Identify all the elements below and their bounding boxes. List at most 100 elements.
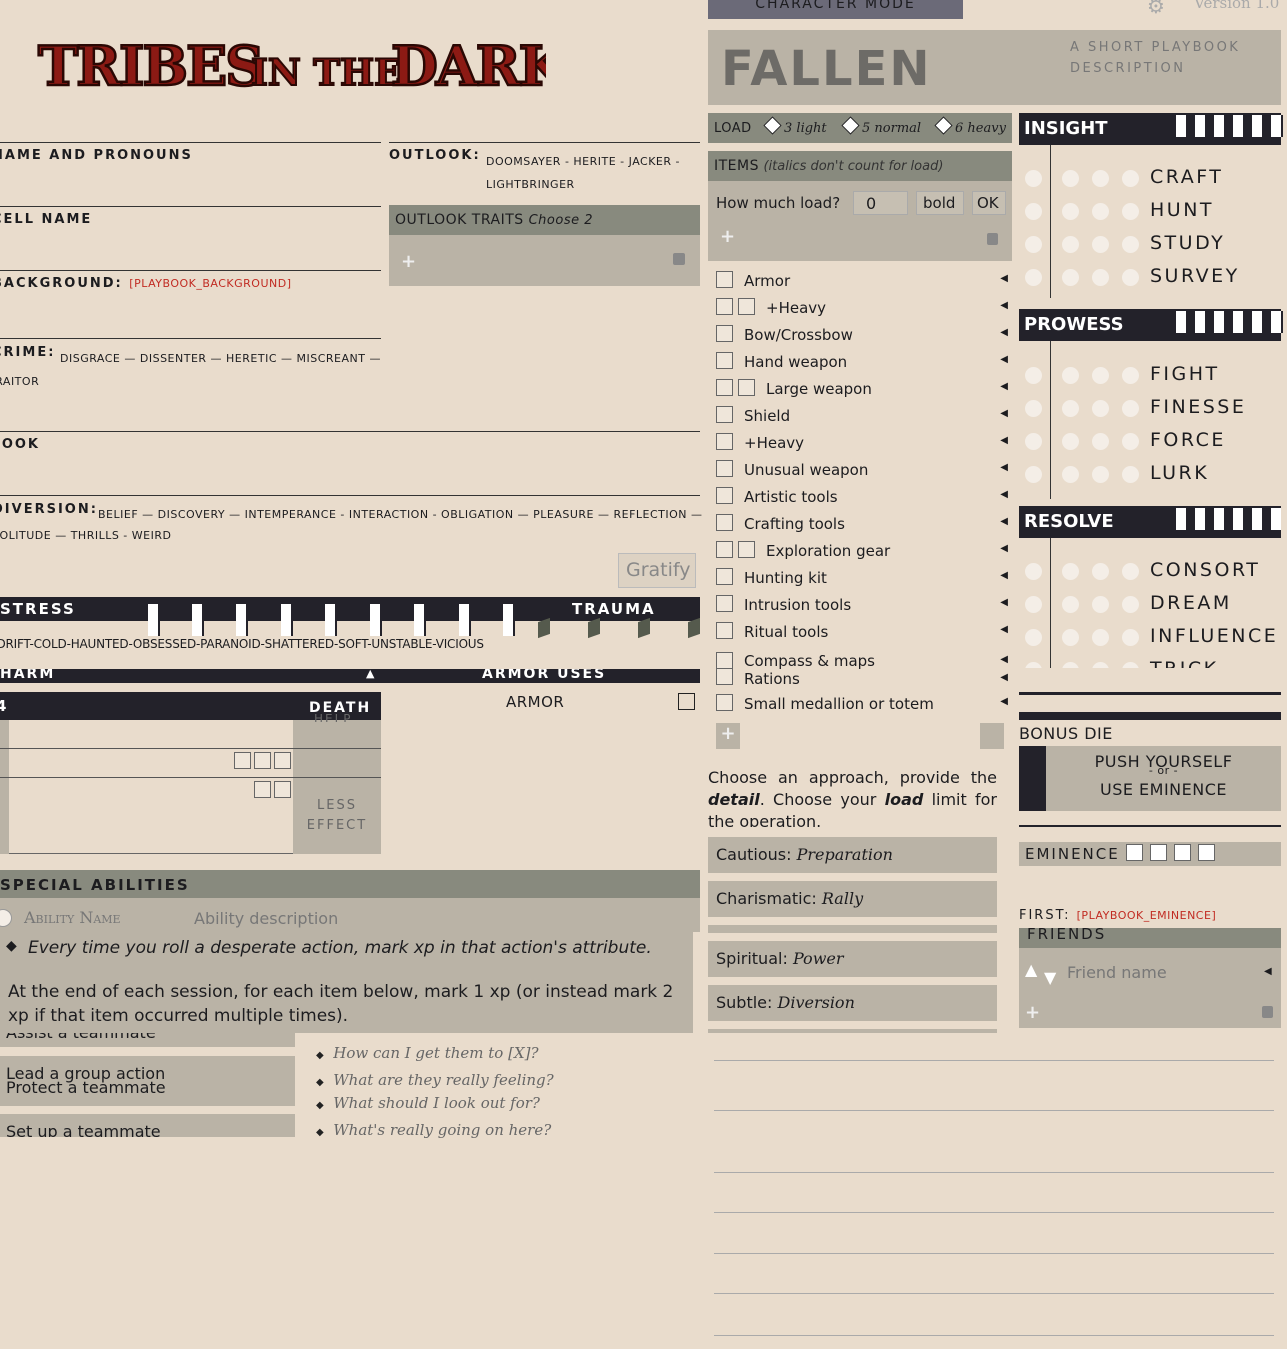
load-light-option[interactable]: 3 light — [763, 116, 827, 136]
ok-button[interactable]: OK — [972, 191, 1006, 215]
name-label: NAME AND PRONOUNS — [0, 148, 193, 163]
item-hand-weapon[interactable]: Hand weapon ◀ — [708, 350, 1008, 377]
item-ritual-tools[interactable]: Ritual tools ◀ — [708, 620, 1008, 647]
trauma-track[interactable] — [538, 617, 703, 640]
item-bow[interactable]: Bow/Crossbow ◀ — [708, 323, 1008, 350]
character-mode-tab[interactable]: CHARACTER MODE — [708, 0, 963, 19]
item-unusual-weapon[interactable]: Unusual weapon ◀ — [708, 458, 1008, 485]
action-fight[interactable]: FIGHT — [1150, 363, 1220, 385]
friend-dropdown-arrow[interactable]: ◀ — [1264, 966, 1272, 977]
lock-icon[interactable] — [980, 723, 1004, 749]
load-label: LOAD — [714, 121, 752, 136]
add-friend-button[interactable]: + — [1025, 1002, 1040, 1023]
background-label: BACKGROUND: [PLAYBOOK_BACKGROUND] — [0, 276, 292, 291]
item-crafting-tools[interactable]: Crafting tools ◀ — [708, 512, 1008, 539]
playbook-description: A SHORT PLAYBOOK DESCRIPTION — [1070, 40, 1241, 76]
teamwork-lead[interactable]: Lead a group action Protect a teammate — [0, 1056, 295, 1106]
action-hunt[interactable]: HUNT — [1150, 199, 1214, 221]
item-shield-heavy[interactable]: +Heavy ◀ — [708, 431, 1008, 458]
ability-desc-input[interactable]: Ability description — [194, 909, 338, 928]
teamwork-setup[interactable]: Set up a teammate — [0, 1114, 295, 1137]
special-rule: ◆ Every time you roll a desperate action… — [0, 930, 693, 1033]
harm-box-1[interactable] — [234, 752, 251, 769]
item-hunting-kit[interactable]: Hunting kit ◀ — [708, 566, 1008, 593]
friend-name-input[interactable]: Friend name — [1067, 963, 1167, 982]
attribute-prowess: PROWESS FIGHT FINESSE FORCE LURK — [1019, 309, 1283, 499]
action-consort[interactable]: CONSORT — [1150, 559, 1260, 581]
add-item-button[interactable]: + — [720, 226, 735, 247]
outlook-traits-hint: Choose 2 — [528, 213, 594, 228]
lock-icon[interactable] — [673, 253, 685, 265]
item-artistic-tools[interactable]: Artistic tools ◀ — [708, 485, 1008, 512]
action-finesse[interactable]: FINESSE — [1150, 396, 1246, 418]
add-item-button-2[interactable]: + — [716, 723, 740, 749]
plan-cautious[interactable]: Cautious: Preparation — [708, 837, 997, 873]
outlook-traits-label: OUTLOOK TRAITS — [395, 212, 524, 228]
action-study[interactable]: STUDY — [1150, 232, 1225, 254]
version-label: Version 1.0 — [1194, 0, 1280, 12]
teamwork-assist[interactable]: Assist a teammate — [0, 1033, 295, 1047]
harm-box-2[interactable] — [254, 752, 271, 769]
item-large-weapon[interactable]: Large weapon ◀ — [708, 377, 1008, 404]
add-item-bar: + — [708, 719, 1012, 753]
harm-box-4[interactable] — [254, 781, 271, 798]
prowess-xp-track[interactable] — [1174, 311, 1283, 341]
action-force[interactable]: FORCE — [1150, 429, 1226, 451]
harm-box-5[interactable] — [274, 781, 291, 798]
lock-icon[interactable] — [1262, 1006, 1273, 1018]
special-abilities-panel: Ability Name Ability description — [0, 898, 700, 932]
add-trait-button[interactable]: + — [401, 251, 416, 272]
action-trick[interactable]: TRICK — [1150, 658, 1219, 668]
eminence-box-2[interactable] — [1150, 844, 1167, 861]
stress-track[interactable] — [146, 604, 526, 640]
gratify-button[interactable]: Gratify — [618, 553, 696, 588]
armor-checkbox[interactable] — [678, 693, 695, 710]
look-label: LOOK — [0, 437, 40, 452]
armor-uses-label: ARMOR USES — [482, 669, 607, 682]
ability-name-input[interactable]: Ability Name — [24, 908, 121, 927]
eminence-bar: EMINENCE — [1019, 842, 1281, 866]
action-survey[interactable]: SURVEY — [1150, 265, 1240, 287]
load-input[interactable]: 0 — [853, 191, 908, 215]
item-medallion[interactable]: Small medallion or totem ◀ — [708, 692, 1008, 719]
friend-down-arrow[interactable]: ▼ — [1044, 968, 1056, 987]
item-heavy[interactable]: +Heavy ◀ — [708, 296, 1008, 323]
playbook-header: FALLEN A SHORT PLAYBOOK DESCRIPTION — [708, 30, 1281, 105]
action-dream[interactable]: DREAM — [1150, 592, 1232, 614]
item-exploration-gear[interactable]: Exploration gear ◀ — [708, 539, 1008, 566]
gear-icon[interactable]: ⚙ — [1147, 0, 1165, 18]
item-intrusion-tools[interactable]: Intrusion tools ◀ — [708, 593, 1008, 620]
attribute-resolve: RESOLVE CONSORT DREAM INFLUENCE TRICK — [1019, 506, 1281, 668]
action-lurk[interactable]: LURK — [1150, 462, 1209, 484]
friend-up-arrow[interactable]: ▲ — [1025, 960, 1037, 979]
lock-icon[interactable] — [987, 233, 998, 245]
resolve-xp-track[interactable] — [1174, 508, 1281, 538]
bold-button[interactable]: bold — [916, 191, 964, 215]
insight-xp-track[interactable] — [1174, 115, 1283, 145]
use-eminence-button[interactable]: USE EMINENCE — [1046, 780, 1281, 799]
harm-row-number: 4 — [0, 697, 7, 715]
action-craft[interactable]: CRAFT — [1150, 166, 1223, 188]
first-value[interactable]: [PLAYBOOK_EMINENCE] — [1077, 909, 1217, 922]
harm-box-3[interactable] — [274, 752, 291, 769]
diversion-options: BELIEF — DISCOVERY — INTEMPERANCE - INTE… — [0, 508, 703, 542]
ability-radio[interactable] — [0, 909, 12, 927]
eminence-box-4[interactable] — [1198, 844, 1215, 861]
item-armor[interactable]: Armor ◀ — [708, 269, 1008, 296]
eminence-box-3[interactable] — [1174, 844, 1191, 861]
plan-charismatic[interactable]: Charismatic: Rally — [708, 881, 997, 917]
outlook-label: OUTLOOK: — [389, 148, 481, 163]
item-shield[interactable]: Shield ◀ — [708, 404, 1008, 431]
load-normal-option[interactable]: 5 normal — [841, 116, 921, 136]
item-compass-maps[interactable]: Compass & maps Rations ◀ ◀ — [708, 650, 1008, 688]
action-influence[interactable]: INFLUENCE — [1150, 625, 1278, 647]
plan-spiritual[interactable]: Spiritual: Power — [708, 941, 997, 977]
svg-text:DARK: DARK — [391, 34, 546, 98]
background-value[interactable]: [PLAYBOOK_BACKGROUND] — [129, 277, 291, 290]
svg-text:TRIBES: TRIBES — [38, 34, 262, 98]
load-heavy-option[interactable]: 6 heavy — [934, 116, 1006, 136]
first-field: FIRST: [PLAYBOOK_EMINENCE] — [1019, 908, 1217, 923]
eminence-box-1[interactable] — [1126, 844, 1143, 861]
special-rule-text: Every time you roll a desperate action, … — [28, 938, 652, 958]
plan-subtle[interactable]: Subtle: Diversion — [708, 985, 997, 1021]
